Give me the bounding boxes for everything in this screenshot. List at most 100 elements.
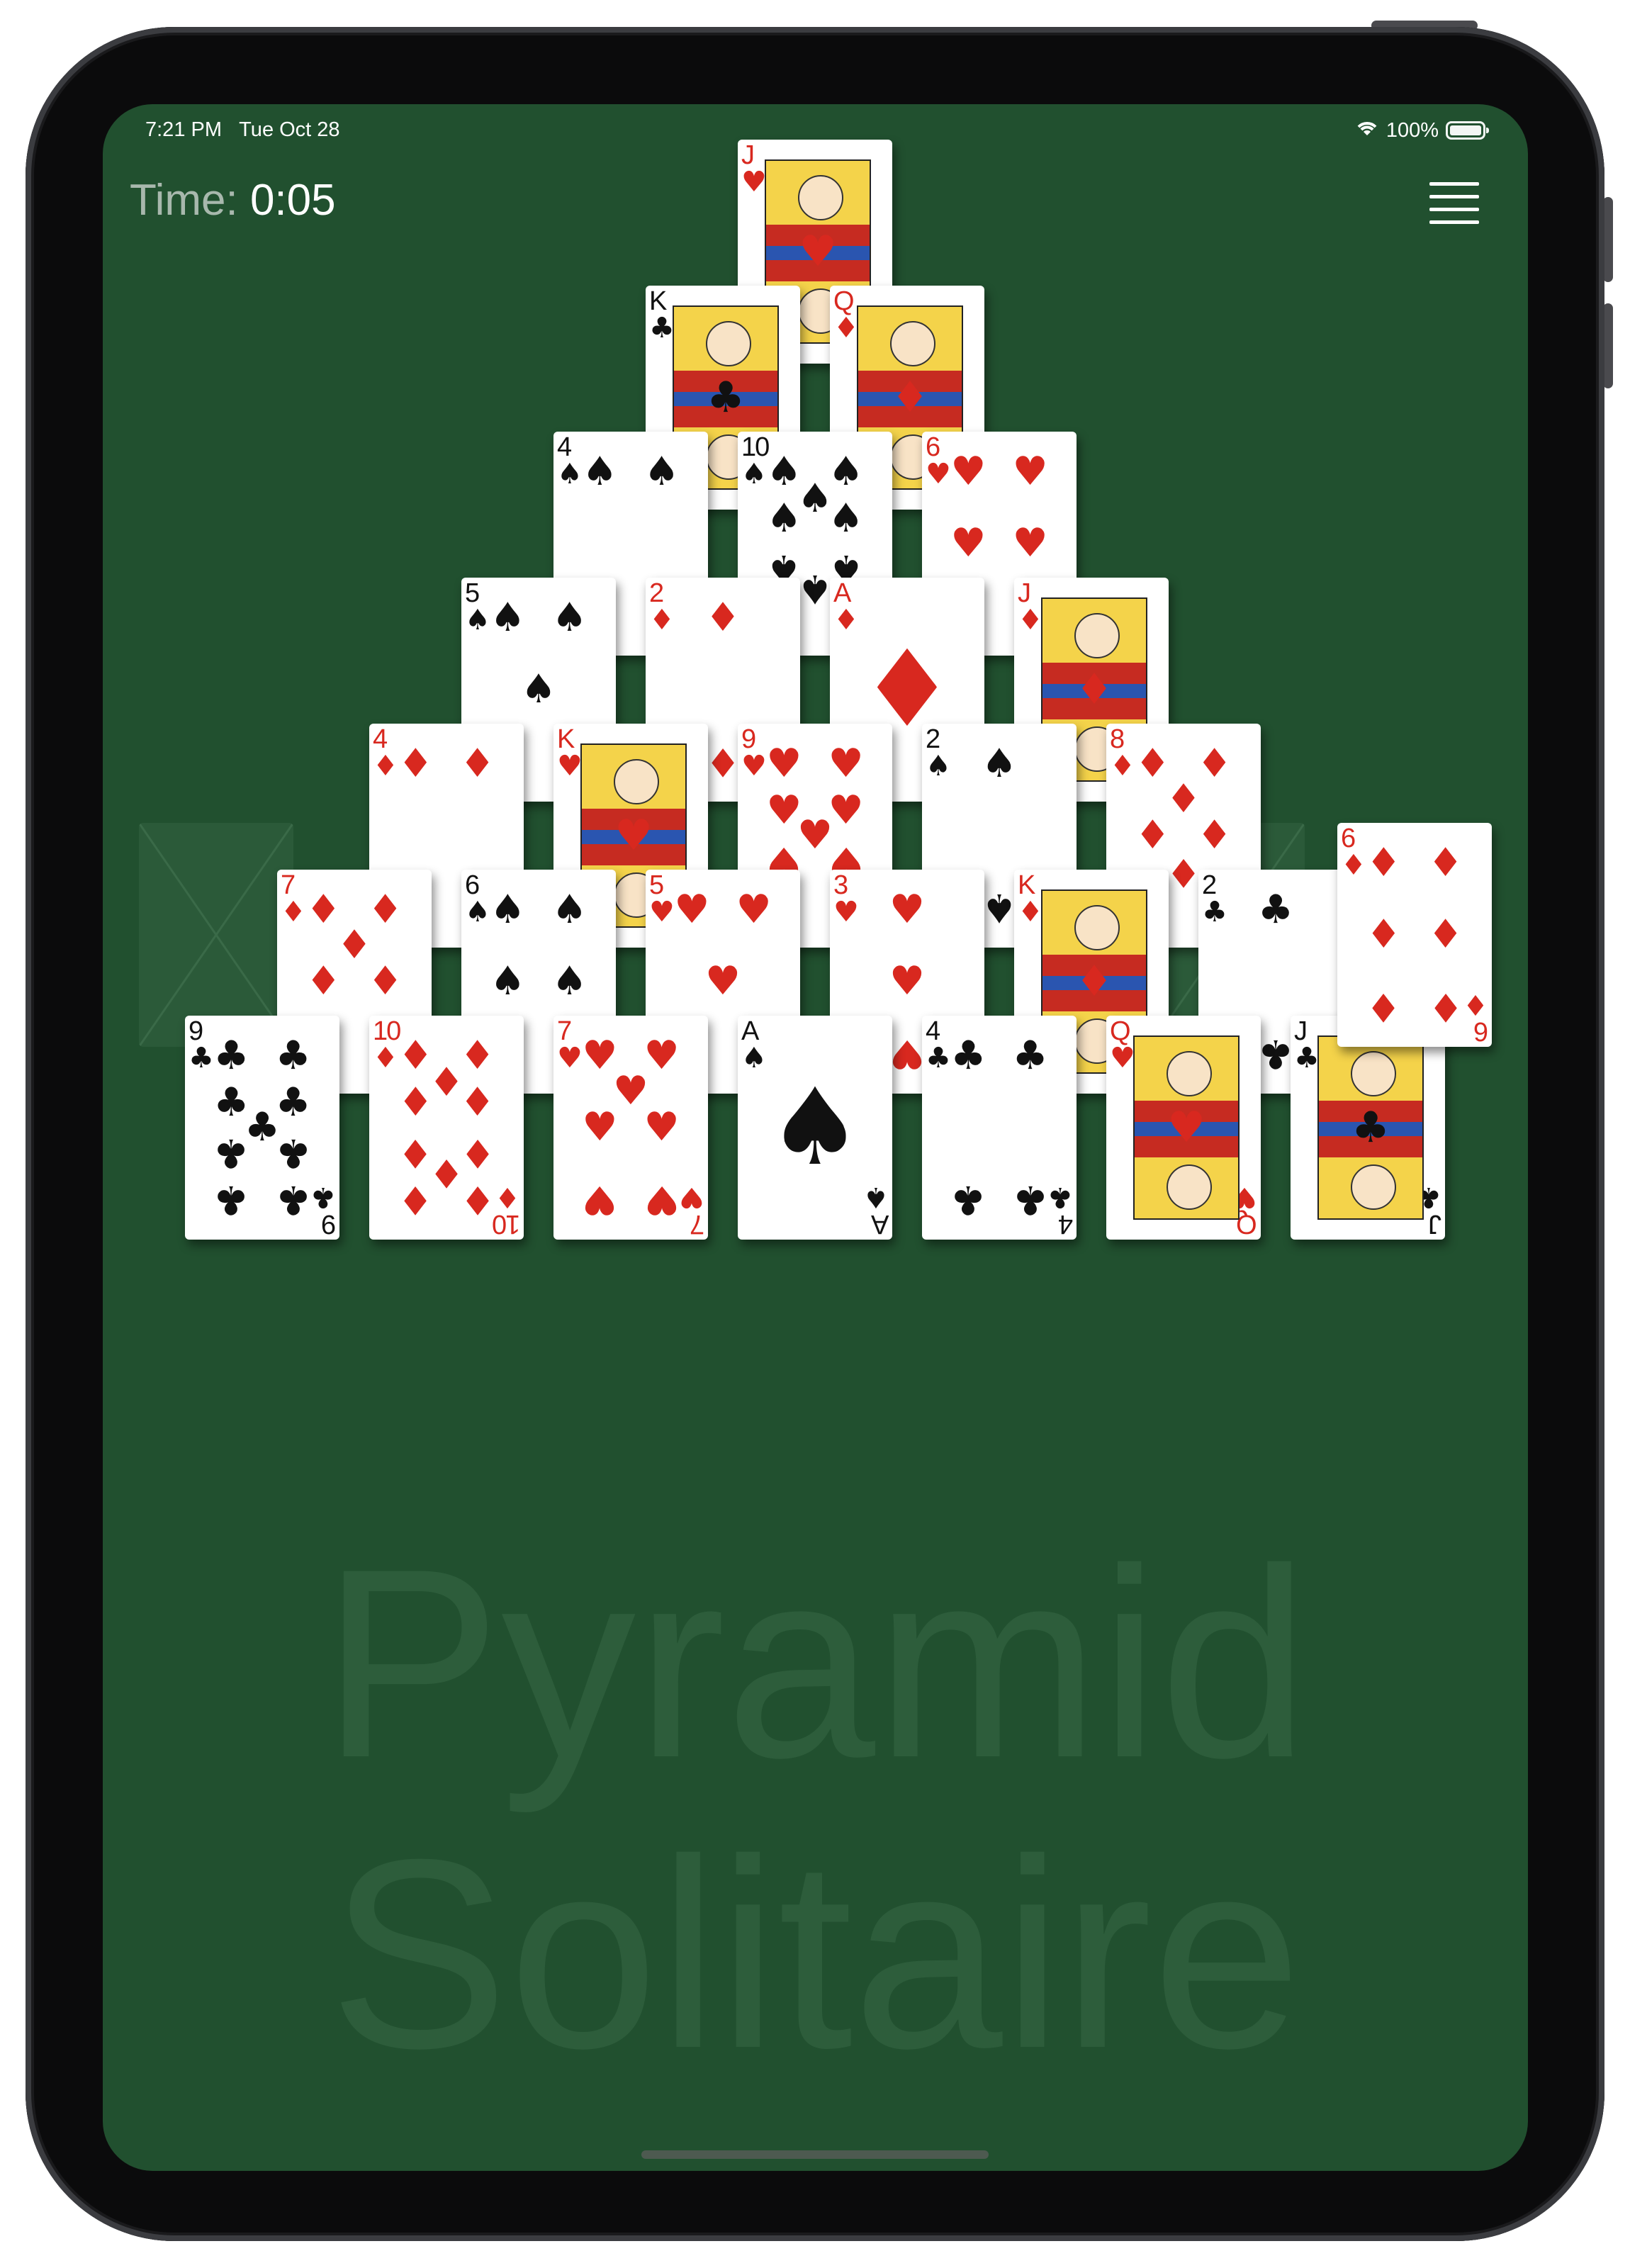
card-pip-hearts-icon: ♥: [1012, 448, 1048, 495]
card-suit-hearts-icon: ♥: [926, 458, 951, 490]
card-4-of-clubs[interactable]: 4 ♣ 4 ♣ ♣ ♣ ♣ ♣: [922, 1016, 1077, 1240]
card-suit-diamonds-icon: ♦: [373, 750, 398, 782]
card-pip-diamonds-icon: ♦: [398, 1177, 434, 1223]
face-card-portrait: ♣: [1317, 1035, 1424, 1220]
card-rank: 6: [926, 432, 940, 462]
card-suit-clubs-icon: ♣: [1294, 1042, 1320, 1074]
card-pip-clubs-icon: ♣: [1257, 1031, 1294, 1077]
card-suit-diamonds-icon: ♦: [281, 896, 306, 928]
card-a-of-spades[interactable]: A ♠ A ♠ ♠: [738, 1016, 892, 1240]
card-rank: 2: [649, 578, 664, 608]
card-rank: 5: [649, 870, 664, 900]
card-6-of-diamonds[interactable]: 6 ♦ 6 ♦ ♦ ♦ ♦ ♦ ♦ ♦: [1337, 823, 1492, 1047]
card-rank-corner: 9: [322, 1209, 336, 1239]
card-9-of-clubs[interactable]: 9 ♣ 9 ♣ ♣ ♣ ♣ ♣ ♣ ♣ ♣ ♣ ♣: [185, 1016, 339, 1240]
card-rank: 3: [833, 870, 848, 900]
card-rank-corner: 4: [1059, 1209, 1073, 1239]
card-pip-spades-icon: ♠: [490, 958, 526, 1004]
card-pip-diamonds-icon: ♦: [1366, 984, 1402, 1031]
card-suit-hearts-icon: ♥: [741, 166, 767, 198]
card-pip-spades-icon: ♠: [828, 495, 864, 542]
face-card-diamonds-icon: ♦: [1075, 665, 1113, 714]
card-suit-clubs-icon: ♣: [1047, 1181, 1073, 1213]
card-q-of-hearts[interactable]: Q ♥ Q ♥ ♥: [1106, 1016, 1261, 1240]
card-pip-clubs-icon: ♣: [213, 1177, 249, 1223]
card-suit-diamonds-icon: ♦: [1463, 988, 1488, 1021]
card-rank: J: [1018, 578, 1031, 608]
card-pip-spades-icon: ♠: [643, 448, 680, 495]
card-suit-hearts-icon: ♥: [833, 896, 859, 928]
card-suit-diamonds-icon: ♦: [833, 312, 859, 344]
home-indicator: [641, 2150, 989, 2159]
card-rank-corner: J: [1429, 1209, 1441, 1239]
status-right: 100%: [1355, 118, 1489, 142]
card-suit-diamonds-icon: ♦: [1018, 604, 1043, 636]
menu-icon-line: [1429, 220, 1479, 224]
card-pip-spades-icon: ♠: [551, 594, 588, 641]
card-suit-diamonds-icon: ♦: [1018, 896, 1043, 928]
card-pip-spades-icon: ♠: [981, 740, 1018, 787]
card-pip-hearts-icon: ♥: [889, 1031, 926, 1077]
card-rank: 7: [557, 1016, 572, 1046]
face-card-hearts-icon: ♥: [1167, 1103, 1205, 1152]
card-rank: 7: [281, 870, 296, 900]
card-suit-spades-icon: ♠: [926, 750, 951, 782]
face-card-diamonds-icon: ♦: [1075, 957, 1113, 1006]
card-suit-hearts-icon: ♥: [557, 750, 583, 782]
card-suit-spades-icon: ♠: [741, 458, 767, 490]
card-rank: Q: [1110, 1016, 1131, 1046]
card-suit-diamonds-icon: ♦: [833, 604, 859, 636]
menu-button[interactable]: [1429, 182, 1479, 226]
card-suit-spades-icon: ♠: [557, 458, 583, 490]
card-pip-diamonds-icon: ♦: [398, 1079, 434, 1126]
card-pip-hearts-icon: ♥: [643, 1104, 680, 1150]
card-pip-diamonds-icon: ♦: [367, 958, 403, 1004]
card-pip-diamonds-icon: ♦: [704, 739, 741, 785]
card-j-of-clubs[interactable]: J ♣ J ♣ ♣: [1291, 1016, 1445, 1240]
card-rank: 8: [1110, 724, 1125, 754]
card-pip-diamonds-icon: ♦: [1427, 984, 1463, 1031]
card-pip-hearts-icon: ♥: [674, 886, 710, 933]
card-pip-clubs-icon: ♣: [1012, 1032, 1048, 1079]
card-suit-hearts-icon: ♥: [1110, 1042, 1135, 1074]
card-rank: K: [1018, 870, 1035, 900]
stock-pile-empty[interactable]: [139, 823, 293, 1047]
card-pip-diamonds-icon: ♦: [1366, 839, 1402, 886]
card-pip-hearts-icon: ♥: [704, 958, 741, 1004]
menu-icon-line: [1429, 195, 1479, 198]
card-7-of-hearts[interactable]: 7 ♥ 7 ♥ ♥ ♥ ♥ ♥ ♥ ♥ ♥: [553, 1016, 708, 1240]
card-suit-diamonds-icon: ♦: [1341, 849, 1366, 882]
face-card-portrait: ♥: [1133, 1035, 1240, 1220]
card-suit-clubs-icon: ♣: [189, 1042, 214, 1074]
card-pip-hearts-icon: ♥: [736, 886, 772, 933]
card-pip-hearts-icon: ♥: [889, 958, 926, 1004]
card-suit-hearts-icon: ♥: [741, 750, 767, 782]
card-rank: 9: [189, 1016, 203, 1046]
card-pip-diamonds-icon: ♦: [704, 594, 741, 641]
card-pip-clubs-icon: ♣: [1257, 886, 1294, 933]
card-pip-spades-icon: ♠: [981, 885, 1018, 931]
card-rank: 2: [1202, 870, 1217, 900]
card-rank: Q: [833, 286, 855, 316]
game-screen: 7:21 PM Tue Oct 28 100% Time: 0:05 Pyram…: [103, 104, 1528, 2171]
card-rank: 6: [465, 870, 480, 900]
face-card-clubs-icon: ♣: [707, 373, 745, 422]
card-suit-hearts-icon: ♥: [679, 1181, 704, 1213]
card-center-spades-icon: ♠: [767, 1066, 863, 1189]
card-pip-diamonds-icon: ♦: [459, 1079, 495, 1126]
card-pip-diamonds-icon: ♦: [1427, 911, 1463, 958]
card-pip-spades-icon: ♠: [490, 886, 526, 933]
card-pip-diamonds-icon: ♦: [305, 958, 342, 1004]
card-pip-hearts-icon: ♥: [950, 448, 987, 495]
card-pip-clubs-icon: ♣: [275, 1032, 311, 1079]
card-pip-diamonds-icon: ♦: [1366, 911, 1402, 958]
card-10-of-diamonds[interactable]: 10 ♦ 10 ♦ ♦ ♦ ♦ ♦ ♦ ♦ ♦ ♦ ♦ ♦: [369, 1016, 524, 1240]
card-suit-diamonds-icon: ♦: [649, 604, 675, 636]
card-pip-spades-icon: ♠: [582, 448, 618, 495]
card-rank-corner: 6: [1474, 1016, 1488, 1046]
battery-icon: [1446, 121, 1489, 140]
card-rank: 4: [557, 432, 572, 462]
card-suit-diamonds-icon: ♦: [495, 1181, 520, 1213]
volume-up-button: [1603, 197, 1613, 282]
card-suit-spades-icon: ♠: [741, 1042, 767, 1074]
